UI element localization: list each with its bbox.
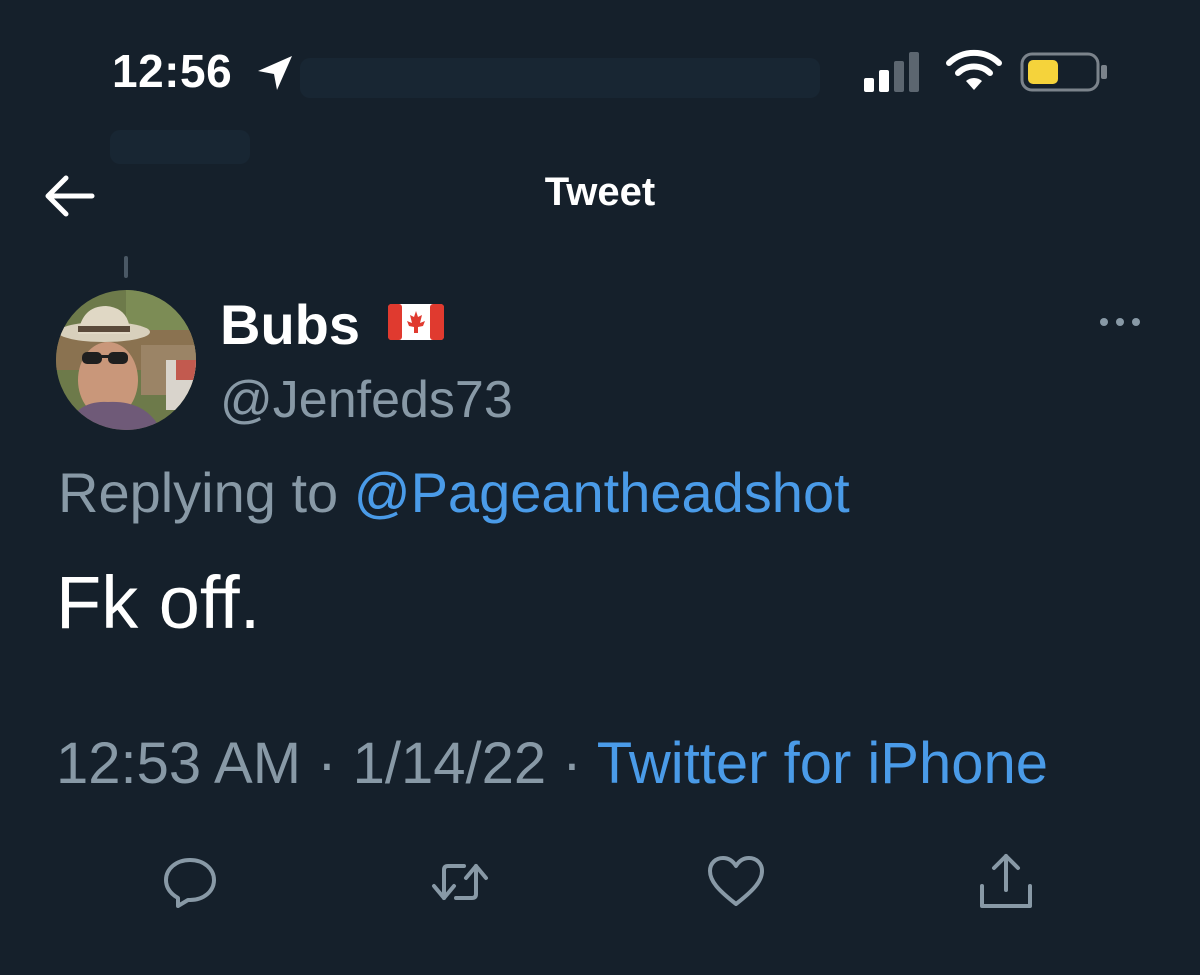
- page-title: Tweet: [544, 170, 656, 214]
- tweet-text: Fk off.: [56, 561, 261, 644]
- tweet-meta: 12:53 AM · 1/14/22 · Twitter for iPhone: [56, 730, 1048, 797]
- like-icon: [708, 856, 764, 906]
- author-display-name[interactable]: Bubs: [220, 292, 360, 357]
- ghost-bar: [110, 130, 250, 164]
- thread-connector-line: [124, 256, 128, 278]
- like-button[interactable]: [706, 852, 766, 912]
- meta-separator: ·: [562, 731, 582, 796]
- more-dots-icon[interactable]: [1096, 312, 1144, 332]
- replying-to-link[interactable]: @Pageantheadshot: [354, 461, 850, 524]
- share-icon: [980, 854, 1032, 908]
- author-handle[interactable]: @Jenfeds73: [220, 370, 513, 430]
- ghost-bar: [300, 58, 820, 98]
- avatar[interactable]: [56, 290, 196, 430]
- replying-prefix: Replying to: [58, 461, 339, 524]
- meta-separator: ·: [317, 731, 337, 796]
- canada-flag-icon: [388, 304, 444, 340]
- reply-button[interactable]: [160, 852, 220, 912]
- tweet-time[interactable]: 12:53 AM: [56, 731, 301, 796]
- tweet-date[interactable]: 1/14/22: [353, 731, 547, 796]
- wifi-icon: [944, 48, 1004, 92]
- reply-icon: [164, 858, 216, 908]
- battery-icon: [1020, 52, 1110, 92]
- status-time: 12:56: [112, 45, 233, 97]
- tweet-source-link[interactable]: Twitter for iPhone: [597, 731, 1048, 796]
- signal-icon: [862, 52, 926, 92]
- retweet-button[interactable]: [430, 852, 490, 912]
- location-arrow-icon: [254, 52, 296, 94]
- replying-to-line: Replying to @Pageantheadshot: [58, 460, 850, 525]
- share-button[interactable]: [976, 852, 1036, 912]
- retweet-icon: [432, 864, 488, 900]
